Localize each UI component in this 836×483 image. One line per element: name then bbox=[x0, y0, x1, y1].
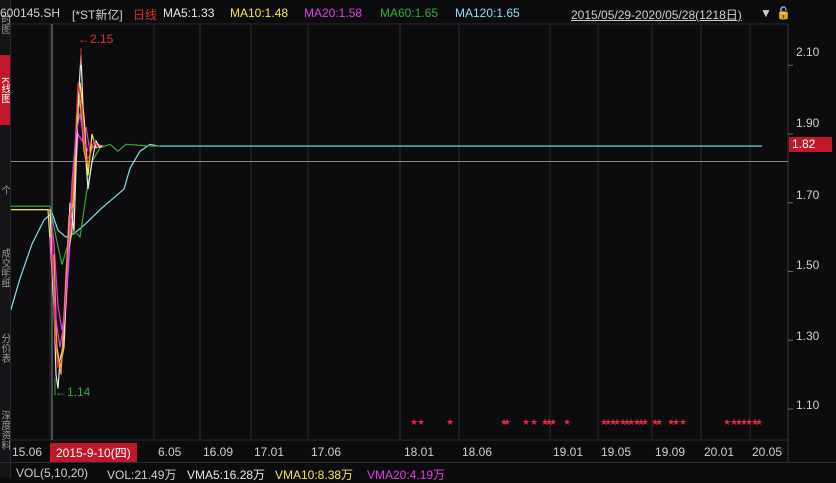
x-tick: 17.01 bbox=[254, 445, 285, 459]
x-tick: 18.01 bbox=[404, 445, 435, 459]
x-tick: 6.05 bbox=[158, 445, 182, 459]
x-cursor-date: 2015-9-10(四) bbox=[50, 443, 137, 462]
sidebar-tab-price-table[interactable]: 分价表 bbox=[0, 320, 10, 375]
ma60-label: MA60:1.65 bbox=[380, 6, 439, 20]
period-label[interactable]: 日线 bbox=[133, 6, 157, 23]
low-annotation: ←1.14 bbox=[55, 385, 91, 399]
event-star: ★ bbox=[446, 418, 454, 428]
ma120-line bbox=[9, 143, 762, 313]
chevron-down-icon[interactable]: ▼ bbox=[760, 6, 772, 20]
y-tick: 2.10 bbox=[796, 45, 820, 59]
sidebar-tab-depth[interactable]: 深度资料 bbox=[0, 395, 10, 465]
y-tick: 1.10 bbox=[796, 398, 820, 412]
vma20-value: VMA20:4.19万 bbox=[367, 468, 446, 482]
volume-legend: VOL(5,10,20) VOL:21.49万 VMA5:16.28万 VMA1… bbox=[0, 462, 836, 482]
kline-candles bbox=[53, 99, 93, 375]
x-tick: 19.09 bbox=[655, 445, 686, 459]
x-tick: 20.01 bbox=[704, 445, 735, 459]
y-tick: 1.70 bbox=[796, 188, 820, 202]
kline-candles bbox=[51, 82, 99, 369]
event-star: ★ bbox=[655, 418, 663, 428]
low-value: 1.14 bbox=[67, 385, 91, 399]
event-star: ★ bbox=[417, 418, 425, 428]
sidebar-tab-kline[interactable]: K线图 bbox=[0, 55, 10, 125]
ma5-label: MA5:1.33 bbox=[163, 6, 215, 20]
y-tick: 1.90 bbox=[796, 116, 820, 130]
y-tick: 1.50 bbox=[796, 258, 820, 272]
sidebar-tab-stock[interactable]: 个 bbox=[0, 175, 10, 205]
sidebar-tab-trade-detail[interactable]: 成交明细 bbox=[0, 228, 10, 308]
date-range[interactable]: 2015/05/29-2020/05/28(1218日) bbox=[571, 6, 742, 23]
event-star: ★ bbox=[503, 418, 511, 428]
stock-name: [*ST新亿] bbox=[72, 8, 123, 22]
y-tick: 1.30 bbox=[796, 329, 820, 343]
event-star: ★ bbox=[522, 418, 530, 428]
event-star: ★ bbox=[530, 418, 538, 428]
x-tick: 17.06 bbox=[311, 445, 342, 459]
sidebar: 时图 K线图 个 成交明细 分价表 深度资料 bbox=[0, 0, 11, 478]
vma10-value: VMA10:8.38万 bbox=[275, 468, 354, 482]
event-star: ★ bbox=[641, 418, 649, 428]
vol-value: VOL:21.49万 bbox=[107, 468, 177, 482]
kline-chart[interactable]: ★★ ★ ★★ ★ ★ ★★★ ★ ★★★★★★★★★★ ★★ ★★★ ★★★★★★★ bbox=[0, 0, 836, 478]
event-star: ★ bbox=[755, 418, 763, 428]
x-tick: 20.05 bbox=[752, 445, 783, 459]
x-tick: 16.09 bbox=[203, 445, 234, 459]
ma5-line bbox=[49, 54, 101, 389]
high-annotation: ←2.15 bbox=[78, 32, 114, 46]
lock-icon[interactable]: 🔓 bbox=[776, 6, 791, 20]
vma5-value: VMA5:16.28万 bbox=[187, 468, 266, 482]
x-tick: 18.06 bbox=[462, 445, 493, 459]
event-star: ★ bbox=[563, 418, 571, 428]
chart-header: 600145.SH [*ST新亿] 日线 MA5:1.33 MA10:1.48 … bbox=[0, 0, 836, 24]
stock-code: 600145.SH bbox=[0, 6, 61, 20]
ma120-label: MA120:1.65 bbox=[455, 6, 520, 20]
x-tick: 15.06 bbox=[12, 445, 43, 459]
x-tick: 19.05 bbox=[601, 445, 632, 459]
current-price-tag: 1.82 bbox=[789, 137, 832, 152]
event-star: ★ bbox=[679, 418, 687, 428]
ma60-line bbox=[10, 143, 160, 265]
ma10-label: MA10:1.48 bbox=[230, 6, 289, 20]
x-tick: 19.01 bbox=[553, 445, 584, 459]
high-value: 2.15 bbox=[90, 32, 114, 46]
event-star: ★ bbox=[549, 418, 557, 428]
ma20-label: MA20:1.58 bbox=[304, 6, 363, 20]
